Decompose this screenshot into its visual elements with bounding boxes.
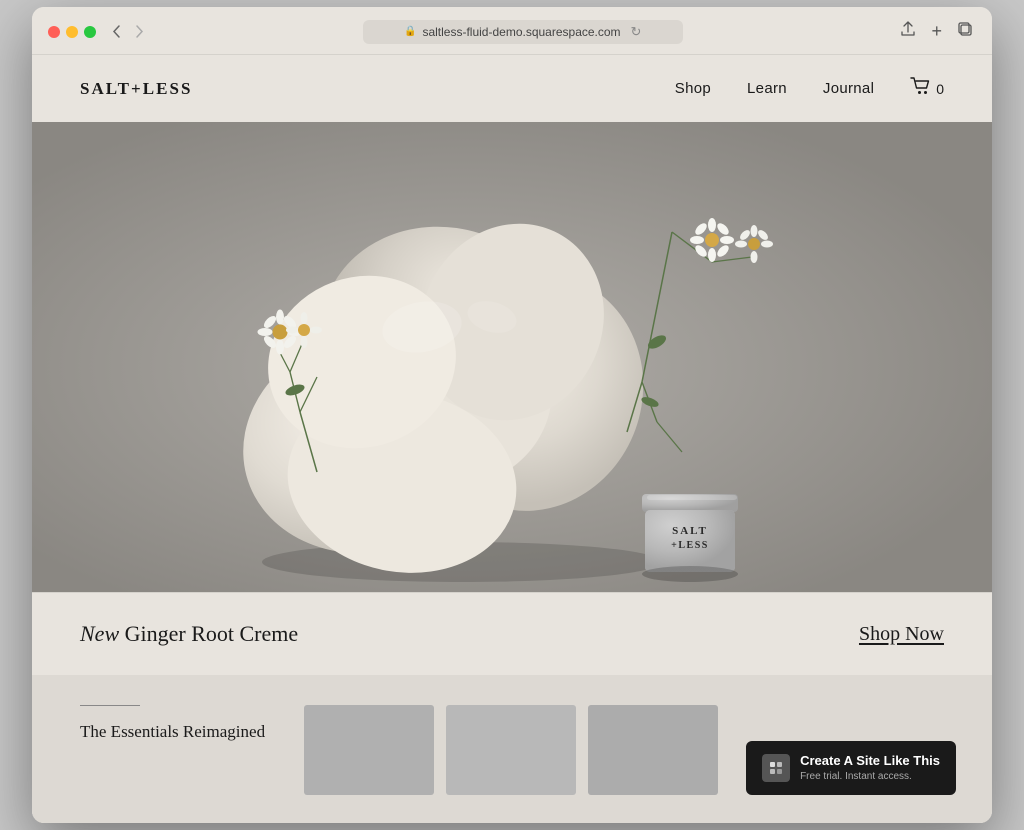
divider-line xyxy=(80,705,140,706)
cart-icon xyxy=(910,77,932,100)
site-nav: SALT+LESS Shop Learn Journal 0 xyxy=(32,55,992,122)
essentials-text: The Essentials Reimagined xyxy=(80,722,280,742)
url-text: saltless-fluid-demo.squarespace.com xyxy=(422,25,620,39)
product-title-italic: New xyxy=(80,621,119,646)
essentials-area: The Essentials Reimagined xyxy=(80,705,280,742)
thumbnail-1[interactable] xyxy=(304,705,434,795)
thumbnail-2[interactable] xyxy=(446,705,576,795)
nav-item-learn[interactable]: Learn xyxy=(747,80,787,97)
cart-button[interactable]: 0 xyxy=(910,77,944,100)
product-strip: New Ginger Root Creme Shop Now xyxy=(32,592,992,675)
address-bar[interactable]: 🔒 saltless-fluid-demo.squarespace.com ↻ xyxy=(160,20,885,44)
browser-window: 🔒 saltless-fluid-demo.squarespace.com ↻ … xyxy=(32,7,992,823)
squarespace-logo-icon xyxy=(762,754,790,782)
cart-count: 0 xyxy=(936,81,944,97)
squarespace-subtext: Free trial. Instant access. xyxy=(800,770,940,783)
nav-links: Shop Learn Journal 0 xyxy=(675,77,944,100)
nav-item-journal[interactable]: Journal xyxy=(823,80,874,97)
tabs-button[interactable] xyxy=(954,19,976,44)
minimize-button[interactable] xyxy=(66,26,78,38)
nav-item-shop[interactable]: Shop xyxy=(675,80,711,97)
back-button[interactable] xyxy=(108,23,124,40)
thumbnail-3[interactable] xyxy=(588,705,718,795)
site-logo[interactable]: SALT+LESS xyxy=(80,79,192,99)
browser-actions: + xyxy=(897,19,976,44)
squarespace-text-area: Create A Site Like This Free trial. Inst… xyxy=(800,753,940,783)
shop-now-link[interactable]: Shop Now xyxy=(859,623,944,646)
product-title: New Ginger Root Creme xyxy=(80,621,298,647)
squarespace-headline: Create A Site Like This xyxy=(800,753,940,770)
browser-controls xyxy=(108,23,148,40)
squarespace-promo[interactable]: Create A Site Like This Free trial. Inst… xyxy=(746,741,956,795)
browser-chrome: 🔒 saltless-fluid-demo.squarespace.com ↻ … xyxy=(32,7,992,55)
site-content: SALT+LESS Shop Learn Journal 0 xyxy=(32,55,992,823)
bottom-wrapper: The Essentials Reimagined xyxy=(32,675,992,823)
forward-button[interactable] xyxy=(132,23,148,40)
reload-icon[interactable]: ↻ xyxy=(631,24,642,40)
maximize-button[interactable] xyxy=(84,26,96,38)
lock-icon: 🔒 xyxy=(404,26,416,37)
share-button[interactable] xyxy=(897,19,919,44)
close-button[interactable] xyxy=(48,26,60,38)
product-title-rest: Ginger Root Creme xyxy=(119,621,298,646)
new-tab-button[interactable]: + xyxy=(927,19,946,44)
hero-image: SALT +LESS xyxy=(32,122,992,592)
traffic-lights xyxy=(48,26,96,38)
